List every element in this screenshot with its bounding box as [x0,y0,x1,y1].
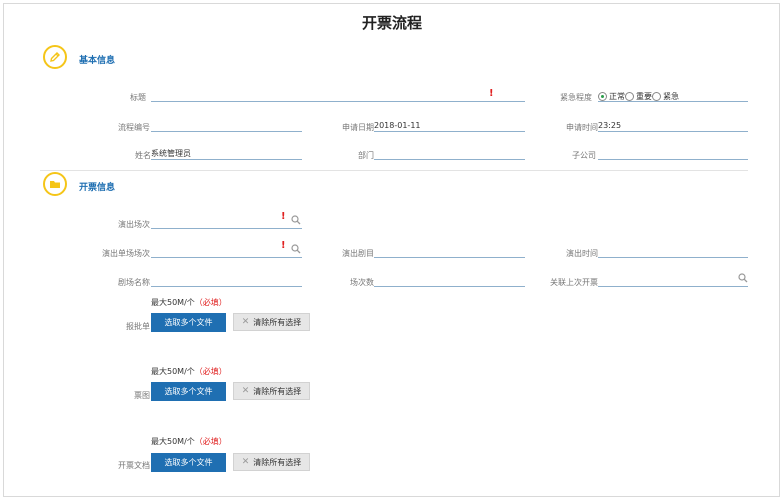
urgency-underline [598,90,748,102]
section-divider [40,170,748,171]
dept-field[interactable] [374,148,525,160]
show-session-field[interactable] [151,217,302,229]
subject-input[interactable] [151,90,525,102]
upload-limit-text: 最大50M/个（必填） [151,437,227,446]
session-count-label: 场次数 [350,278,374,287]
clear-selection-button[interactable]: ✕ 清除所有选择 [233,382,310,400]
session-count-field[interactable] [374,275,525,287]
single-session-field[interactable] [151,246,302,258]
upload-label-invoice-doc: 开票文档 [118,461,150,470]
urgency-label: 紧急程度 [560,93,592,102]
clear-selection-button[interactable]: ✕ 清除所有选择 [233,313,310,331]
required-mark-icon: ! [281,240,286,251]
process-no-label: 流程编号 [118,123,150,132]
subsidiary-label: 子公司 [572,151,596,160]
upload-limit-text: 最大50M/个（必填） [151,298,227,307]
required-mark-icon: ! [281,211,286,222]
upload-limit-text: 最大50M/个（必填） [151,367,227,376]
section-title-invoice: 开票信息 [79,183,116,193]
apply-time-field[interactable]: 23:25 [598,120,748,132]
pencil-icon [43,45,67,69]
show-time-label: 演出时间 [566,249,598,258]
dept-label: 部门 [358,151,374,160]
required-note: （必填） [194,367,227,376]
subsidiary-field[interactable] [598,148,748,160]
apply-time-label: 申请时间 [566,123,598,132]
search-icon[interactable] [291,244,301,254]
search-icon[interactable] [291,215,301,225]
select-files-button[interactable]: 选取多个文件 [151,313,226,332]
search-icon[interactable] [738,273,748,283]
related-invoice-field[interactable] [598,275,748,287]
venue-field[interactable] [151,275,302,287]
subject-label: 标题 [130,93,146,102]
upload-label-ticket-image: 票图 [134,391,150,400]
show-play-field[interactable] [374,246,525,258]
required-mark-icon: ! [489,88,494,99]
required-note: （必填） [194,298,227,307]
folder-icon [43,172,67,196]
name-label: 姓名 [135,151,151,160]
select-files-button[interactable]: 选取多个文件 [151,453,226,472]
apply-date-field[interactable]: 2018-01-11 [374,120,525,132]
upload-label-approval: 报批单 [126,322,150,331]
show-time-field[interactable] [598,246,748,258]
show-session-label: 演出场次 [118,220,150,229]
apply-date-label: 申请日期 [342,123,374,132]
page-title: 开票流程 [361,14,422,32]
close-icon: ✕ [241,386,250,396]
single-session-label: 演出单场场次 [102,249,150,258]
name-field[interactable]: 系统管理员 [151,148,302,160]
clear-selection-button[interactable]: ✕ 清除所有选择 [233,453,310,471]
show-play-label: 演出剧目 [342,249,374,258]
required-note: （必填） [194,437,227,446]
close-icon: ✕ [241,317,250,327]
close-icon: ✕ [241,457,250,467]
section-title-basic: 基本信息 [79,56,116,66]
related-invoice-label: 关联上次开票 [550,278,598,287]
venue-label: 剧场名称 [118,278,150,287]
select-files-button[interactable]: 选取多个文件 [151,382,226,401]
process-no-field[interactable] [151,120,302,132]
